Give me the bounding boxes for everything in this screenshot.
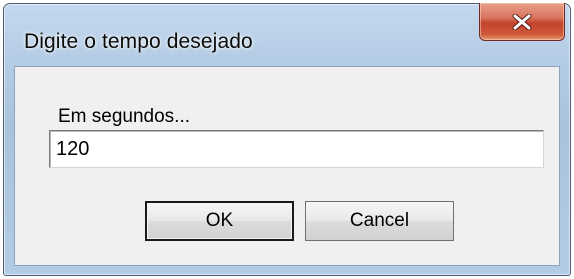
cancel-button[interactable]: Cancel: [305, 201, 454, 241]
title-bar[interactable]: Digite o tempo desejado: [4, 3, 570, 66]
window-title: Digite o tempo desejado: [24, 30, 253, 53]
dialog-body: Em segundos... OK Cancel: [14, 66, 560, 266]
close-button[interactable]: [479, 3, 565, 41]
seconds-input[interactable]: [49, 130, 544, 168]
input-dialog-window: Digite o tempo desejado Em segundos... O…: [3, 3, 571, 276]
ok-button[interactable]: OK: [145, 201, 294, 241]
close-icon: [512, 13, 532, 30]
prompt-label: Em segundos...: [58, 106, 191, 127]
